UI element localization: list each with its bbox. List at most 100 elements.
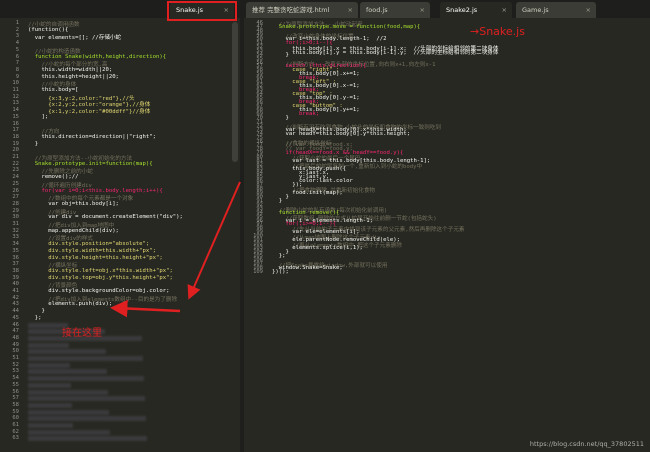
code-line[interactable]: Snake.prototype.init=function(map){ (28, 161, 153, 167)
tab-label: Game.js (522, 6, 549, 14)
blurred-code-line (28, 349, 106, 355)
code-line[interactable]: this.body=[ (28, 87, 78, 93)
line-number: 17 (12, 127, 19, 134)
code-line[interactable]: div.style.backgroundColor=obj.color; (28, 288, 169, 294)
close-icon[interactable]: × (586, 2, 591, 18)
snake-js-annotation: →Snake.js (470, 25, 525, 38)
line-number: 48 (12, 334, 19, 341)
code-line[interactable]: function Snake(width,height,direction){ (28, 54, 166, 60)
tab-label: 推荐 完整贪吃蛇游戏.html (252, 6, 330, 14)
code-line[interactable]: div.style.left=obj.x*this.width+"px"; (28, 268, 173, 274)
blurred-code-line (28, 389, 108, 395)
line-number: 32 (12, 227, 19, 234)
blurred-code-line (28, 396, 145, 402)
blurred-code-line (28, 416, 146, 422)
line-number: 40 (12, 281, 19, 288)
blurred-code-line (28, 402, 72, 408)
code-line[interactable]: this.direction=direction||"right"; (28, 134, 156, 140)
line-number: 47 (12, 328, 19, 335)
blurred-code-line (28, 382, 71, 388)
tab-snake2-js[interactable]: Snake2.js × (440, 2, 512, 18)
line-number: 52 (12, 361, 19, 368)
line-number: 59 (12, 408, 19, 415)
watermark: https://blog.csdn.net/qq_37802511 (529, 440, 644, 448)
code-line[interactable]: for(var i=0;i<this.body.length;i++){ (28, 188, 162, 194)
line-number: 50 (12, 348, 19, 355)
code-line[interactable]: (function(){ (28, 27, 68, 33)
close-icon[interactable]: × (502, 2, 507, 18)
blurred-code-line (28, 362, 70, 368)
line-number: 19 (12, 140, 19, 147)
code-line[interactable]: } (272, 115, 288, 121)
line-number: 7 (15, 60, 19, 67)
line-number: 3 (15, 33, 19, 40)
code-line[interactable]: elements.push(div); (28, 301, 112, 307)
line-number: 53 (12, 368, 19, 375)
blurred-code-line (28, 369, 107, 375)
code-line[interactable]: var elements=[]; //存储小蛇 (28, 33, 121, 41)
code-line[interactable]: this.height=height||20; (28, 74, 118, 80)
line-number: 28 (12, 200, 19, 207)
line-number: 62 (12, 428, 19, 435)
line-number: 21 (12, 154, 19, 160)
tab-label: food.js (366, 6, 388, 14)
line-number: 63 (12, 435, 19, 442)
code-line[interactable]: })(); (272, 269, 289, 275)
blurred-code-line (28, 429, 110, 435)
scrollbar[interactable] (232, 22, 238, 162)
line-number: 14 (12, 107, 19, 114)
code-line[interactable]: map.appendChild(div); (28, 228, 119, 234)
code-line[interactable]: } (272, 198, 282, 204)
code-line[interactable]: div.style.width=this.width+"px"; (28, 248, 156, 254)
line-number: 109 (253, 268, 263, 275)
code-line[interactable]: var div = document.createElement("div"); (28, 214, 183, 220)
line-number: 9 (15, 73, 19, 80)
code-line[interactable]: div.style.position="absolute"; (28, 241, 149, 247)
code-line[interactable]: div.style.height=this.height+"px"; (28, 255, 163, 261)
line-number: 29 (12, 207, 19, 214)
code-line[interactable]: div.style.top=obj.y*this.height+"px"; (28, 275, 173, 281)
line-number: 18 (12, 133, 19, 140)
code-line[interactable]: remove();// (28, 174, 78, 180)
line-number: 49 (12, 341, 19, 348)
line-number: 41 (12, 288, 19, 294)
line-number: 43 (12, 301, 19, 308)
line-number: 10 (12, 80, 19, 87)
line-number: 31 (12, 221, 19, 227)
close-icon[interactable]: × (348, 2, 353, 18)
line-number: 36 (12, 254, 19, 261)
tab-complete-snake-game-html[interactable]: 推荐 完整贪吃蛇游戏.html × (246, 2, 358, 18)
highlight-box (167, 1, 237, 21)
line-number: 8 (15, 66, 19, 73)
code-line[interactable]: } (28, 141, 38, 147)
line-number: 34 (12, 241, 19, 248)
code-line[interactable]: this.width=width||20; (28, 67, 112, 73)
code-line[interactable]: this.body[i].y = this.body[i-1].y; //头部的… (272, 48, 498, 56)
left-code-area[interactable]: 1 2 3 4 5 6 7 8 9 10 11 12 13 14 15 16 17 18 19 20 21 22 23 24 2… (0, 20, 240, 452)
line-number: 46 (12, 321, 19, 328)
code-line[interactable]: Snake.prototype.move = function(food,map… (272, 24, 420, 30)
code-line[interactable]: }; (272, 253, 286, 259)
line-number: 24 (12, 174, 19, 181)
line-number: 54 (12, 375, 19, 382)
close-icon[interactable]: × (420, 2, 425, 18)
code-line[interactable]: ]; (28, 114, 48, 120)
code-line[interactable]: } (272, 52, 288, 58)
line-number: 1 (15, 20, 19, 26)
blurred-code-line (28, 376, 144, 382)
line-number: 22 (12, 160, 19, 167)
code-line[interactable]: } (28, 308, 44, 314)
line-number: 45 (12, 314, 19, 321)
line-number: 42 (12, 294, 19, 301)
code-line[interactable]: }; (28, 315, 42, 321)
line-number: 23 (12, 167, 19, 174)
line-number: 61 (12, 422, 19, 428)
tab-food-js[interactable]: food.js × (360, 2, 430, 18)
line-number: 20 (12, 147, 19, 154)
code-line[interactable]: var headY=this.body[0].y*this.height; (272, 131, 410, 137)
tab-game-js[interactable]: Game.js × (516, 2, 596, 18)
right-code-area[interactable]: 46 47 48 49 50 51 52 53 54 55 56 57 58 59 60 61 62 63 64 65… (244, 20, 650, 452)
line-number: 12 (12, 93, 19, 100)
code-line[interactable]: var obj=this.body[i]; (28, 201, 119, 207)
line-number: 2 (15, 26, 19, 33)
